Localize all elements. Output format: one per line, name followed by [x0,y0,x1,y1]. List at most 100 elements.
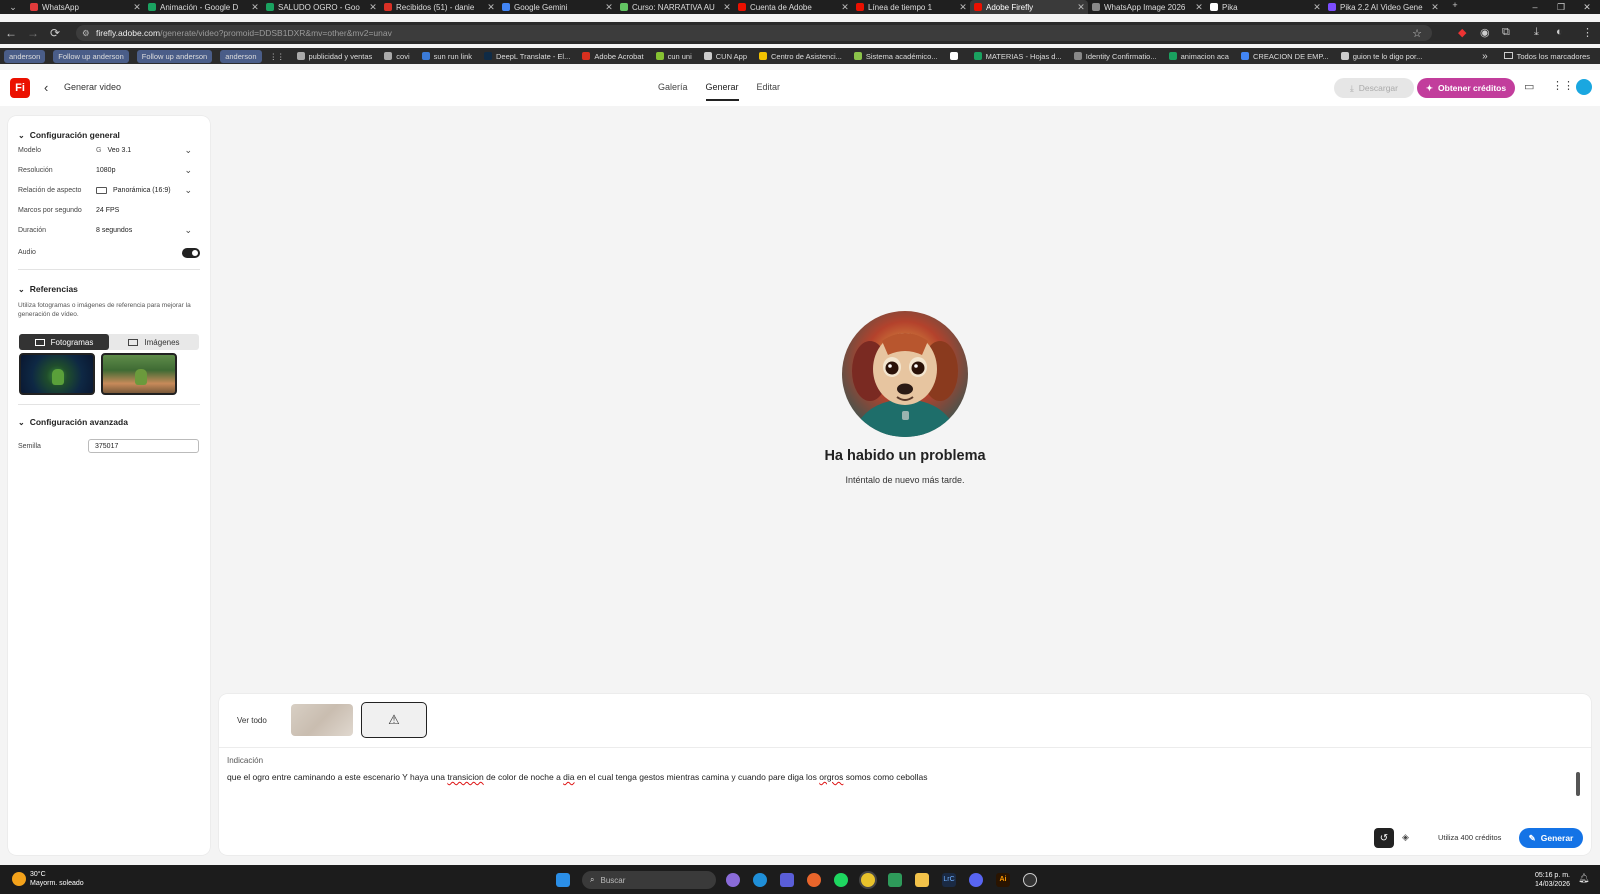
tab-search-icon[interactable]: ⌄ [0,2,26,13]
bookmark-item[interactable]: cun uni [655,52,692,61]
browser-tab[interactable]: Pika 2.2 AI Video Gene ✕ [1324,0,1442,14]
illustrator-icon[interactable]: Ai [996,873,1010,887]
back-arrow-icon[interactable]: ‹ [44,80,48,95]
get-credits-button[interactable]: ✦ Obtener créditos [1417,78,1515,98]
browser-tab[interactable]: Línea de tiempo 1 ✕ [852,0,970,14]
aspect-ratio-select[interactable]: Panorámica (16:9) ⌄ [88,184,198,197]
browser-tab[interactable]: Google Gemini ✕ [498,0,616,14]
references-header[interactable]: ⌄ Referencias [18,284,78,294]
bookmark-item[interactable]: Centro de Asistenci... [759,52,842,61]
bookmarks-more-icon[interactable]: » [1482,51,1488,62]
tab-close-icon[interactable]: ✕ [1192,2,1206,13]
bookmark-item[interactable]: Identity Confirmatio... [1073,52,1157,61]
all-bookmarks-folder[interactable]: Todos los marcadores [1503,51,1590,61]
bookmark-item[interactable]: guion te lo digo por... [1340,52,1422,61]
copilot-icon[interactable] [726,873,740,887]
bookmark-item[interactable]: Follow up anderson [53,49,129,63]
bookmark-item[interactable]: MATERIAS - Hojas d... [973,52,1062,61]
restore-icon[interactable]: ❐ [1548,2,1574,13]
windows-start-icon[interactable] [556,873,570,887]
file-explorer-icon[interactable] [915,873,929,887]
system-clock[interactable]: 05:16 p. m. 14/03/2026 [1530,871,1570,889]
firefox-icon[interactable] [807,873,821,887]
general-settings-header[interactable]: ⌄ Configuración general [18,130,120,140]
history-thumbnail[interactable] [291,704,353,736]
tab-gallery[interactable]: Galería [658,82,688,101]
resolution-select[interactable]: 1080p ⌄ [88,164,198,177]
tab-close-icon[interactable]: ✕ [1074,2,1088,13]
tab-close-icon[interactable]: ✕ [956,2,970,13]
firefly-logo[interactable]: Fi [10,78,30,98]
reload-icon[interactable]: ⟳ [44,26,66,40]
tab-close-icon[interactable]: ✕ [248,2,262,13]
audio-toggle[interactable] [182,248,200,258]
reference-frame-start[interactable] [19,353,95,395]
new-tab-button[interactable]: + [1442,0,1468,14]
bookmark-item[interactable]: animacion aca [1168,52,1229,61]
taskbar-search[interactable]: ⌕ Buscar [582,871,716,889]
tab-close-icon[interactable]: ✕ [366,2,380,13]
bookmark-item[interactable]: publicidad y ventas [296,52,372,61]
apps-grid-icon[interactable]: ⋮⋮ [1552,79,1574,92]
url-field[interactable]: ⚙ firefly.adobe.com/generate/video?promo… [76,25,1432,41]
extension-icon[interactable]: ◆ [1458,26,1466,39]
bookmark-item[interactable]: Adobe Acrobat [582,52,644,61]
prompt-scrollbar[interactable] [1576,772,1580,796]
extension-icon[interactable]: ◉ [1480,26,1490,39]
browser-tab[interactable]: Recibidos (51) - danie ✕ [380,0,498,14]
prompt-history-button[interactable]: ↺ [1374,828,1394,848]
bookmark-item[interactable]: covi [384,52,410,61]
edge-icon[interactable] [753,873,767,887]
segment-images[interactable]: Imágenes [109,334,199,350]
profile-icon[interactable]: ◐ [1556,26,1563,38]
bookmark-item[interactable]: DeepL Translate - El... [484,52,570,61]
bookmark-item[interactable]: sun run link [421,52,472,61]
bookmark-item[interactable]: Follow up anderson [136,49,213,63]
lightroom-icon[interactable]: LrC [942,873,956,887]
browser-tab[interactable]: WhatsApp ✕ [26,0,144,14]
feedback-chat-icon[interactable]: ▭ [1524,80,1534,93]
advanced-settings-header[interactable]: ⌄ Configuración avanzada [18,417,128,427]
bookmark-item[interactable]: CUN App [703,52,747,61]
bookmark-item[interactable]: anderson [220,49,262,63]
tab-edit[interactable]: Editar [757,82,781,101]
teams-icon[interactable] [780,873,794,887]
user-avatar[interactable] [1576,79,1592,95]
browser-tab[interactable]: Adobe Firefly ✕ [970,0,1088,14]
prompt-textarea[interactable]: que el ogro entre caminando a este escen… [227,772,1547,782]
download-icon[interactable]: ⤓ [1534,26,1539,39]
back-nav-icon[interactable]: ← [0,26,22,40]
chrome-icon[interactable] [861,873,875,887]
history-error-item[interactable]: ⚠ [361,702,427,738]
media-player-icon[interactable] [1023,873,1037,887]
close-window-icon[interactable]: ✕ [1574,2,1600,13]
bookmark-item[interactable] [949,52,962,60]
duration-select[interactable]: 8 segundos ⌄ [88,224,198,237]
generate-button[interactable]: ✎ Generar [1519,828,1583,848]
bookmark-star-icon[interactable]: ☆ [1412,27,1422,40]
spotify-icon[interactable] [834,873,848,887]
browser-tab[interactable]: Animación - Google D ✕ [144,0,262,14]
extensions-puzzle-icon[interactable]: ⧉ [1502,26,1510,39]
forward-nav-icon[interactable]: → [22,26,44,40]
reference-frame-end[interactable] [101,353,177,395]
segment-frames[interactable]: Fotogramas [19,334,109,350]
tab-close-icon[interactable]: ✕ [130,2,144,13]
browser-tab[interactable]: Cuenta de Adobe ✕ [734,0,852,14]
tab-close-icon[interactable]: ✕ [838,2,852,13]
bookmark-item[interactable]: Sistema académico... [853,52,938,61]
browser-tab[interactable]: WhatsApp Image 2026 ✕ [1088,0,1206,14]
browser-tab[interactable]: Pika ✕ [1206,0,1324,14]
bookmarks-apps-icon[interactable]: ⋮⋮ [270,52,285,61]
notifications-bell-icon[interactable]: 🔔︎ [1578,873,1589,884]
mail-icon[interactable] [888,873,902,887]
seed-input[interactable]: 375017 [88,439,199,453]
tab-close-icon[interactable]: ✕ [720,2,734,13]
browser-menu-icon[interactable]: ⋮ [1582,26,1593,39]
site-info-icon[interactable]: ⚙ [82,28,90,39]
browser-tab[interactable]: SALUDO OGRO - Goo ✕ [262,0,380,14]
bookmark-item[interactable]: anderson [4,49,46,63]
discord-icon[interactable] [969,873,983,887]
minimize-icon[interactable]: – [1522,2,1548,12]
tab-close-icon[interactable]: ✕ [484,2,498,13]
